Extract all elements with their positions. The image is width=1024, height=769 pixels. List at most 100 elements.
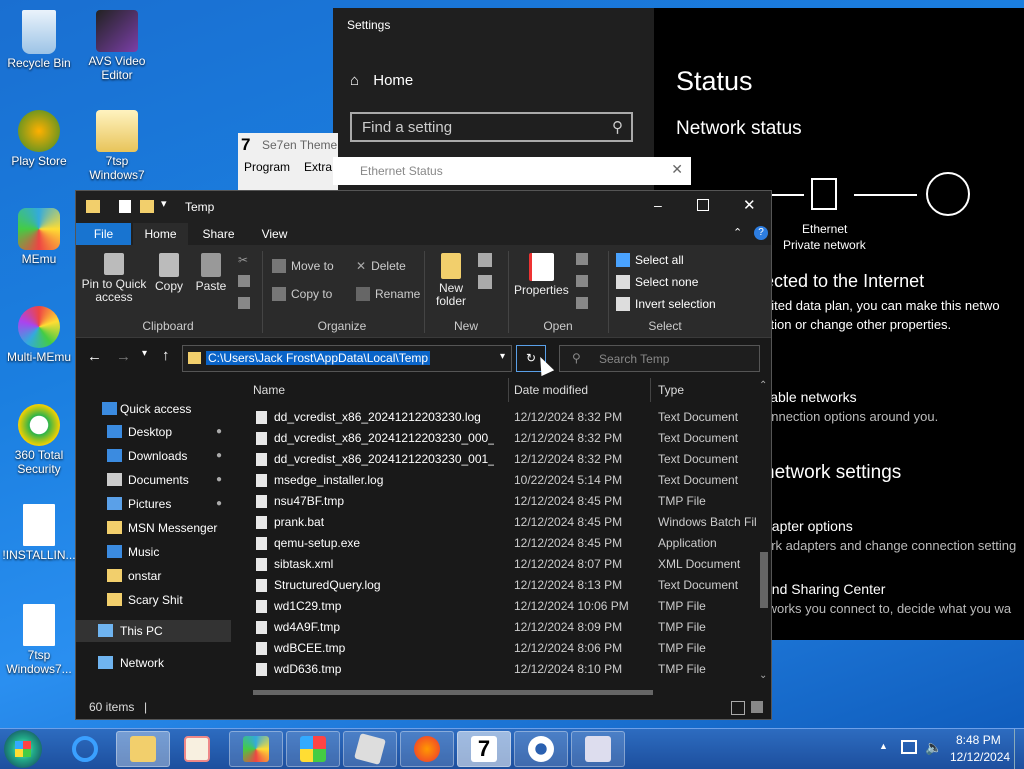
- new-folder-quick-icon[interactable]: [140, 200, 154, 213]
- taskbar-media-player[interactable]: [172, 733, 222, 765]
- minimize-icon[interactable]: –: [654, 197, 662, 213]
- back-icon[interactable]: ←: [87, 348, 102, 365]
- quick-access-dropdown-icon[interactable]: ▾: [161, 197, 167, 210]
- network-tray-icon[interactable]: [901, 740, 917, 754]
- taskbar-memu[interactable]: [229, 731, 283, 767]
- tab-share[interactable]: Share: [191, 223, 246, 245]
- table-row[interactable]: wdD636.tmp 12/12/2024 8:10 PM TMP File: [241, 659, 756, 680]
- forward-icon[interactable]: →: [116, 348, 131, 365]
- address-input[interactable]: C:\Users\Jack Frost\AppData\Local\Temp ▾: [182, 345, 512, 372]
- table-row[interactable]: StructuredQuery.log 12/12/2024 8:13 PM Tex…: [241, 575, 756, 596]
- paste-button[interactable]: Paste: [194, 253, 228, 293]
- nav-network[interactable]: Network: [76, 652, 231, 674]
- close-icon[interactable]: ✕: [671, 161, 683, 178]
- nav-quick-access[interactable]: Quick access: [76, 398, 231, 420]
- details-view-icon[interactable]: [731, 701, 745, 715]
- start-button[interactable]: [4, 730, 42, 768]
- scroll-up-icon[interactable]: ⌃: [759, 380, 767, 391]
- desktop-icon-7tsp-2[interactable]: 7tsp Windows7...: [1, 604, 77, 676]
- tab-view[interactable]: View: [247, 223, 302, 245]
- column-divider[interactable]: [508, 378, 509, 402]
- taskbar-seven-theme[interactable]: 7: [457, 731, 511, 767]
- show-hidden-icons-icon[interactable]: ▲: [879, 741, 888, 751]
- desktop-icon-multi-memu[interactable]: Multi-MEmu: [1, 306, 77, 364]
- tab-file[interactable]: File: [76, 223, 131, 245]
- table-row[interactable]: nsu47BF.tmp 12/12/2024 8:45 PM TMP File: [241, 491, 756, 512]
- copy-path-icon[interactable]: [238, 275, 250, 287]
- desktop-icon-installing[interactable]: !INSTALLIN...: [1, 504, 77, 562]
- new-folder-button[interactable]: New folder: [430, 253, 472, 308]
- taskbar-internet-explorer[interactable]: [60, 733, 110, 765]
- vertical-scrollbar[interactable]: ⌃ ⌄: [756, 378, 771, 688]
- taskbar-firefox[interactable]: [400, 731, 454, 767]
- table-row[interactable]: wd1C29.tmp 12/12/2024 10:06 PM TMP File: [241, 596, 756, 617]
- easy-access-icon[interactable]: [478, 275, 492, 289]
- settings-search-input[interactable]: Find a setting ⚲: [350, 112, 633, 142]
- large-icons-view-icon[interactable]: [751, 701, 763, 713]
- delete-button[interactable]: ✕ Delete: [356, 259, 406, 273]
- seven-theme-window[interactable]: 7 Se7en Theme Program Extra: [238, 133, 338, 191]
- cut-icon[interactable]: ✂: [238, 253, 248, 267]
- seven-theme-menu-extra[interactable]: Extra: [304, 160, 332, 174]
- show-desktop-button[interactable]: [1014, 729, 1024, 769]
- clock-time[interactable]: 8:48 PM: [956, 733, 1001, 747]
- close-icon[interactable]: ✕: [743, 196, 756, 214]
- nav-music[interactable]: Music: [76, 541, 231, 563]
- maximize-icon[interactable]: [697, 199, 709, 211]
- address-dropdown-icon[interactable]: ▾: [500, 351, 505, 362]
- desktop-icon-play-store[interactable]: Play Store: [1, 110, 77, 168]
- taskbar-store[interactable]: [286, 731, 340, 767]
- new-item-icon[interactable]: [478, 253, 492, 267]
- table-row[interactable]: wdBCEE.tmp 12/12/2024 8:06 PM TMP File: [241, 638, 756, 659]
- scroll-thumb[interactable]: [760, 552, 768, 608]
- table-row[interactable]: dd_vcredist_x86_20241212203230.log 12/12/…: [241, 407, 756, 428]
- taskbar-settings[interactable]: [514, 731, 568, 767]
- table-row[interactable]: sibtask.xml 12/12/2024 8:07 PM XML Documen…: [241, 554, 756, 575]
- nav-pictures[interactable]: Pictures ●: [76, 493, 231, 515]
- desktop-icon-recycle-bin[interactable]: Recycle Bin: [1, 10, 77, 70]
- desktop-icon-memu[interactable]: MEmu: [1, 208, 77, 266]
- history-icon[interactable]: [576, 297, 588, 309]
- table-row[interactable]: dd_vcredist_x86_20241212203230_000_vc...…: [241, 428, 756, 449]
- nav-documents[interactable]: Documents ●: [76, 469, 231, 491]
- nav-scary-shit[interactable]: Scary Shit: [76, 589, 231, 611]
- open-icon[interactable]: [576, 253, 588, 265]
- available-networks-link[interactable]: ilable networks: [764, 389, 857, 405]
- search-input[interactable]: ⚲ Search Temp: [559, 345, 760, 372]
- properties-button[interactable]: Properties: [514, 253, 569, 297]
- up-icon[interactable]: ↑: [162, 347, 170, 364]
- move-to-button[interactable]: Move to: [272, 259, 334, 273]
- desktop-icon-360-total-security[interactable]: 360 Total Security: [1, 404, 77, 476]
- adapter-options-link[interactable]: dapter options: [764, 518, 853, 534]
- help-icon[interactable]: ?: [754, 226, 768, 240]
- nav-onstar[interactable]: onstar: [76, 565, 231, 587]
- volume-tray-icon[interactable]: 🔈: [925, 739, 942, 756]
- seven-theme-menu-program[interactable]: Program: [244, 160, 290, 174]
- table-row[interactable]: msedge_installer.log 10/22/2024 5:14 PM Te…: [241, 470, 756, 491]
- nav-desktop[interactable]: Desktop ●: [76, 421, 231, 443]
- copy-button[interactable]: Copy: [152, 253, 186, 293]
- nav-this-pc[interactable]: This PC: [76, 620, 231, 642]
- tab-home[interactable]: Home: [133, 223, 188, 245]
- ethernet-status-window[interactable]: Ethernet Status ✕: [333, 157, 691, 185]
- column-divider[interactable]: [650, 378, 651, 402]
- table-row[interactable]: wd4A9F.tmp 12/12/2024 8:09 PM TMP File: [241, 617, 756, 638]
- column-header-name[interactable]: Name: [253, 378, 285, 402]
- table-row[interactable]: qemu-setup.exe 12/12/2024 8:45 PM Applicat…: [241, 533, 756, 554]
- desktop-icon-7tsp[interactable]: 7tsp Windows7: [79, 110, 155, 182]
- table-row[interactable]: prank.bat 12/12/2024 8:45 PM Windows Batch…: [241, 512, 756, 533]
- column-header-type[interactable]: Type: [658, 378, 684, 402]
- collapse-ribbon-icon[interactable]: ⌃: [733, 226, 742, 239]
- edit-icon[interactable]: [576, 275, 588, 287]
- recent-locations-icon[interactable]: ▾: [142, 348, 147, 359]
- sharing-center-link[interactable]: and Sharing Center: [764, 581, 885, 597]
- desktop-icon-avs-video-editor[interactable]: AVS Video Editor: [79, 10, 155, 82]
- taskbar-control-panel[interactable]: [571, 731, 625, 767]
- invert-selection-button[interactable]: Invert selection: [616, 297, 716, 311]
- scroll-down-icon[interactable]: ⌄: [759, 670, 767, 681]
- select-none-button[interactable]: Select none: [616, 275, 698, 289]
- taskbar-file-explorer[interactable]: [116, 731, 170, 767]
- table-row[interactable]: dd_vcredist_x86_20241212203230_001_vc...…: [241, 449, 756, 470]
- explorer-titlebar[interactable]: ▾ Temp – ✕: [76, 191, 771, 223]
- rename-button[interactable]: Rename: [356, 287, 420, 301]
